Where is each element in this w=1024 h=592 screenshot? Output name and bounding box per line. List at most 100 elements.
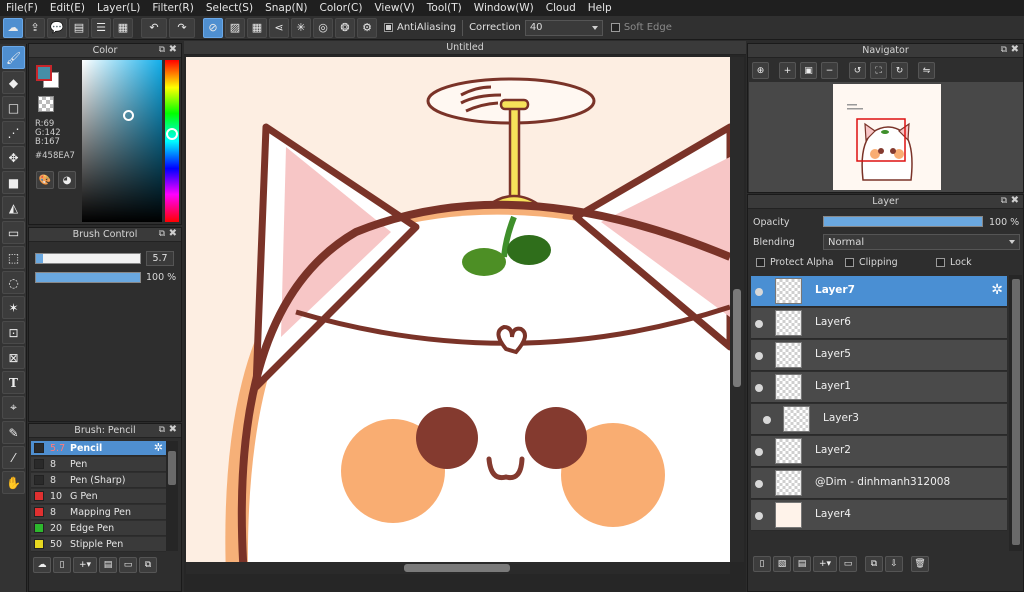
snap-radial-icon[interactable]: ✳ (291, 17, 311, 38)
layer-row[interactable]: @Dim - dinhmanh312008 (751, 468, 1007, 499)
document-tab[interactable]: Untitled (184, 41, 746, 55)
correction-select[interactable]: 40 (524, 19, 603, 36)
fill-rect-tool-icon[interactable]: ■ (2, 171, 25, 194)
new-layer-icon[interactable]: ▯ (753, 556, 771, 572)
drawing-canvas[interactable] (186, 57, 730, 562)
cloud-save-icon[interactable]: ☁ (3, 17, 23, 38)
hand-tool-icon[interactable]: ✋ (2, 471, 25, 494)
hue-slider[interactable] (165, 60, 179, 222)
canvas-vertical-scroll-thumb[interactable] (733, 289, 741, 387)
foreground-color-swatch[interactable] (36, 65, 52, 81)
layer-list-scroll-thumb[interactable] (1012, 279, 1020, 545)
palette-icon[interactable]: 🎨 (36, 171, 54, 189)
close-icon[interactable]: ✖ (169, 424, 177, 435)
snap-off-icon[interactable]: ⊘ (203, 17, 223, 38)
menu-edit[interactable]: Edit(E) (44, 2, 91, 14)
menu-filter[interactable]: Filter(R) (146, 2, 200, 14)
divide-tool-icon[interactable]: ✎ (2, 421, 25, 444)
snap-cross-icon[interactable]: ▦ (247, 17, 267, 38)
layer-row[interactable]: Layer2 (751, 436, 1007, 467)
comment-icon[interactable]: 💬 (47, 17, 67, 38)
select-tool-icon[interactable]: ⬚ (2, 246, 25, 269)
color-mix-icon[interactable]: ◕ (58, 171, 76, 189)
layer-row[interactable]: Layer4 (751, 500, 1007, 531)
saturation-value-picker[interactable] (82, 60, 162, 222)
menu-layer[interactable]: Layer(L) (91, 2, 146, 14)
eyedropper-tool-icon[interactable]: ⁄ (2, 446, 25, 469)
undock-icon[interactable]: ⧉ (159, 45, 165, 55)
move-tool-icon[interactable]: ✥ (2, 146, 25, 169)
menu-select[interactable]: Select(S) (200, 2, 259, 14)
visibility-eye-icon[interactable] (755, 352, 763, 360)
visibility-eye-icon[interactable] (755, 384, 763, 392)
undock-icon[interactable]: ⧉ (159, 425, 165, 435)
text-tool-icon[interactable]: T (2, 371, 25, 394)
gradient-tool-icon[interactable]: ▭ (2, 221, 25, 244)
flip-horizontal-icon[interactable]: ⇋ (918, 62, 935, 79)
canvas-horizontal-scroll-thumb[interactable] (404, 564, 510, 572)
close-icon[interactable]: ✖ (169, 44, 177, 55)
operation-tool-icon[interactable]: ⌖ (2, 396, 25, 419)
menu-file[interactable]: File(F) (0, 2, 44, 14)
delete-layer-icon[interactable]: 🗑 (911, 556, 929, 572)
visibility-eye-icon[interactable] (755, 480, 763, 488)
close-icon[interactable]: ✖ (169, 228, 177, 239)
add-brush-icon[interactable]: +▾ (73, 557, 97, 573)
hue-slider-cursor[interactable] (166, 128, 178, 140)
layer-row[interactable]: Layer6 (751, 308, 1007, 339)
layer-row[interactable]: Layer5 (751, 340, 1007, 371)
layer-opacity-slider[interactable] (823, 216, 983, 227)
snap-vanish-icon[interactable]: ⋖ (269, 17, 289, 38)
list-icon[interactable]: ☰ (91, 17, 111, 38)
layer-list-scrollbar[interactable] (1009, 275, 1022, 551)
visibility-eye-icon[interactable] (755, 288, 763, 296)
canvas-horizontal-scrollbar[interactable] (186, 562, 730, 574)
visibility-eye-icon[interactable] (755, 448, 763, 456)
undock-icon[interactable]: ⧉ (1001, 45, 1007, 55)
canvas-vertical-scrollbar[interactable] (730, 57, 744, 562)
fit-screen-icon[interactable]: ▣ (800, 62, 817, 79)
protect-alpha-checkbox[interactable] (756, 258, 765, 267)
zoom-in-icon[interactable]: + (779, 62, 796, 79)
brush-settings-gear-icon[interactable]: ✲ (154, 441, 163, 454)
panel-icon[interactable]: ▤ (69, 17, 89, 38)
lock-option[interactable]: Lock (936, 257, 972, 268)
redo-icon[interactable]: ↷ (169, 17, 195, 38)
undock-icon[interactable]: ⧉ (159, 229, 165, 239)
brush-list-scrollbar[interactable] (166, 441, 178, 551)
rotate-right-icon[interactable]: ↻ (891, 62, 908, 79)
brush-item[interactable]: 10 G Pen (31, 489, 166, 504)
transparent-color-swatch[interactable] (38, 96, 54, 112)
grid-icon[interactable]: ▦ (113, 17, 133, 38)
magic-wand-tool-icon[interactable]: ✶ (2, 296, 25, 319)
new-halftone-layer-icon[interactable]: ▧ (773, 556, 791, 572)
brush-item[interactable]: 20 Edge Pen (31, 521, 166, 536)
brush-list-scroll-thumb[interactable] (168, 451, 176, 485)
brush-settings-icon[interactable]: ▤ (99, 557, 117, 573)
lasso-tool-icon[interactable]: ◌ (2, 271, 25, 294)
brush-size-slider[interactable] (35, 253, 141, 264)
snap-parallel-icon[interactable]: ▨ (225, 17, 245, 38)
zoom-out-icon[interactable]: − (821, 62, 838, 79)
merge-layer-icon[interactable]: ⇩ (885, 556, 903, 572)
brush-opacity-slider[interactable] (35, 272, 141, 283)
eraser-tool-icon[interactable]: ◆ (2, 71, 25, 94)
brush-item[interactable]: 50 Stipple Pen (31, 537, 166, 552)
menu-help[interactable]: Help (582, 2, 618, 14)
brush-size-value[interactable]: 5.7 (146, 251, 174, 266)
snap-circle-icon[interactable]: ◎ (313, 17, 333, 38)
reset-rotation-icon[interactable]: ⛶ (870, 62, 887, 79)
undo-icon[interactable]: ↶ (141, 17, 167, 38)
add-layer-menu-icon[interactable]: +▾ (813, 556, 837, 572)
snap-curve-icon[interactable]: ❂ (335, 17, 355, 38)
undock-icon[interactable]: ⧉ (1001, 196, 1007, 206)
menu-color[interactable]: Color(C) (314, 2, 369, 14)
bucket-tool-icon[interactable]: ◭ (2, 196, 25, 219)
soft-edge-checkbox[interactable] (610, 23, 620, 32)
export-icon[interactable]: ⇪ (25, 17, 45, 38)
menu-cloud[interactable]: Cloud (540, 2, 582, 14)
rect-select-tool-icon[interactable]: □ (2, 96, 25, 119)
rotate-left-icon[interactable]: ↺ (849, 62, 866, 79)
blending-select[interactable]: Normal (823, 234, 1020, 250)
clipping-option[interactable]: Clipping (845, 257, 898, 268)
